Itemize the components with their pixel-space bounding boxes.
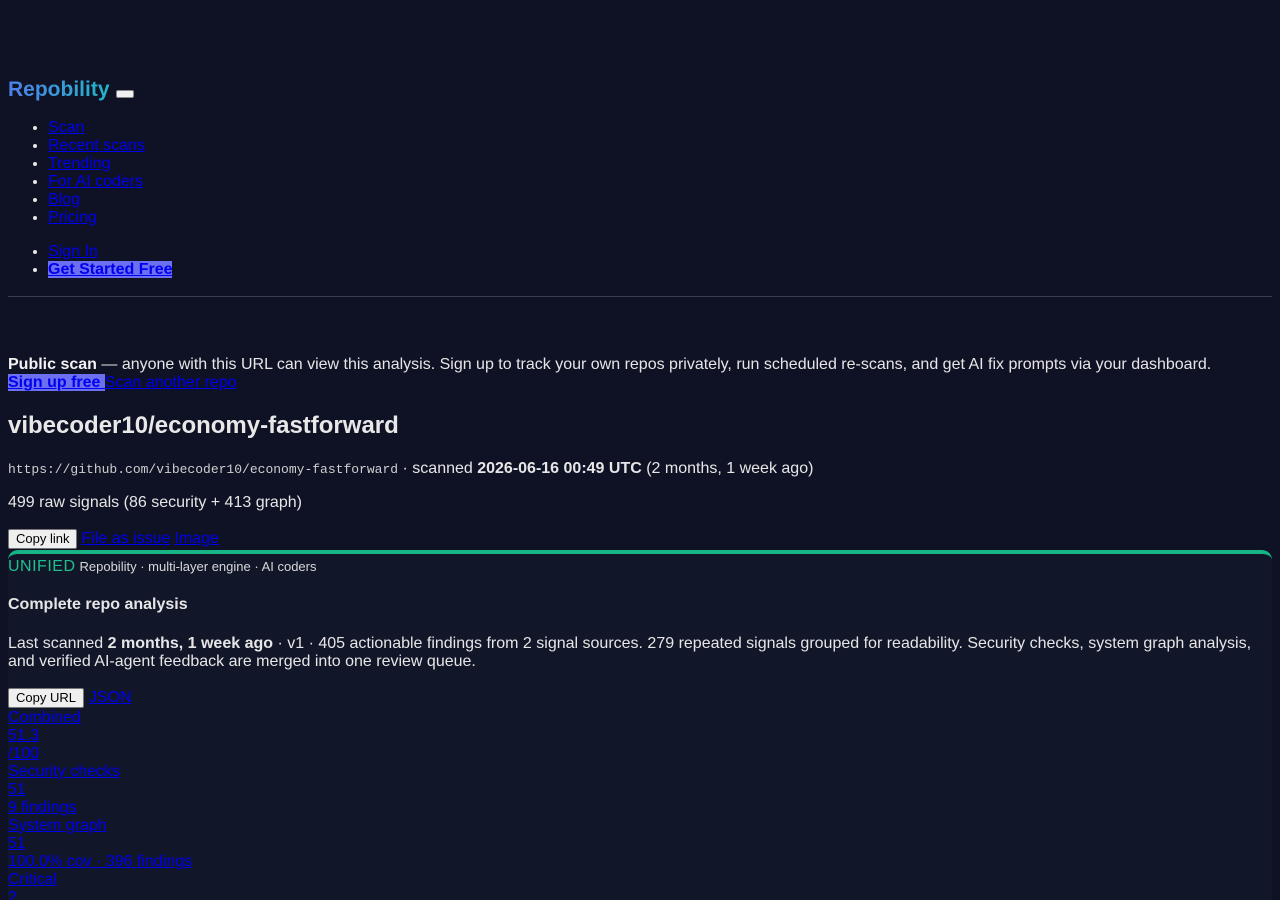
- card-description: Last scanned 2 months, 1 week ago · v1 ·…: [8, 635, 1263, 671]
- notice-label: Public scan: [8, 356, 97, 373]
- metric-critical-label[interactable]: Critical: [8, 871, 192, 889]
- menu-toggle-button[interactable]: [115, 90, 134, 98]
- share-actions: Copy link File as issue Image: [8, 529, 219, 549]
- repo-meta: https://github.com/vibecoder10/economy-f…: [8, 460, 813, 479]
- card-actions: Copy URL JSON: [8, 688, 132, 708]
- metric-combined-score[interactable]: 51.3: [8, 727, 192, 745]
- public-scan-notice: Public scan — anyone with this URL can v…: [8, 356, 1272, 392]
- card-title: Complete repo analysis: [8, 596, 188, 613]
- metric-combined-max[interactable]: /100: [8, 745, 192, 763]
- raw-signals: 499 raw signals (86 security + 413 graph…: [8, 494, 302, 511]
- metrics-list: Combined 51.3 /100 Security checks 51 9 …: [8, 709, 192, 900]
- scanned-prefix: · scanned: [398, 460, 478, 477]
- metric-security-findings[interactable]: 9 findings: [8, 799, 192, 817]
- auth-nav: Sign In Get Started Free: [8, 243, 173, 279]
- image-link[interactable]: Image: [174, 530, 218, 548]
- card-header: UNIFIED Repobility · multi-layer engine …: [8, 558, 317, 576]
- nav-trending[interactable]: Trending: [48, 155, 111, 172]
- desc-time: 2 months, 1 week ago: [107, 635, 274, 652]
- metric-graph-score[interactable]: 51: [8, 835, 192, 853]
- unified-badge: UNIFIED: [8, 558, 76, 575]
- nav-for-ai-coders[interactable]: For AI coders: [48, 173, 143, 190]
- desc-prefix: Last scanned: [8, 635, 108, 652]
- nav-recent-scans[interactable]: Recent scans: [48, 137, 145, 154]
- nav-blog[interactable]: Blog: [48, 191, 80, 208]
- json-link[interactable]: JSON: [89, 689, 132, 707]
- scan-another-repo-link[interactable]: Scan another repo: [105, 374, 237, 391]
- sign-in-link[interactable]: Sign In: [48, 243, 98, 260]
- metric-graph-label[interactable]: System graph: [8, 817, 192, 835]
- metric-security-label[interactable]: Security checks: [8, 763, 192, 781]
- nav-pricing[interactable]: Pricing: [48, 209, 97, 226]
- scanned-ago: (2 months, 1 week ago): [641, 460, 814, 477]
- notice-text: — anyone with this URL can view this ana…: [96, 356, 1212, 373]
- scanned-at: 2026-06-16 00:49 UTC: [477, 460, 642, 477]
- copy-link-button[interactable]: Copy link: [8, 529, 78, 549]
- header-divider: [8, 296, 1272, 297]
- card-subtitle: Repobility · multi-layer engine · AI cod…: [79, 559, 317, 574]
- file-as-issue-link[interactable]: File as issue: [81, 530, 170, 548]
- metric-security-score[interactable]: 51: [8, 781, 192, 799]
- metric-combined-label[interactable]: Combined: [8, 709, 192, 727]
- get-started-button[interactable]: Get Started Free: [48, 261, 173, 278]
- repo-title: vibecoder10/economy-fastforward: [8, 412, 399, 439]
- sign-up-free-button[interactable]: Sign up free: [8, 374, 105, 391]
- brand-row: Repobility: [8, 78, 134, 102]
- unified-analysis-card: UNIFIED Repobility · multi-layer engine …: [8, 550, 1272, 900]
- brand-logo[interactable]: Repobility: [8, 78, 110, 102]
- main-nav: Scan Recent scans Trending For AI coders…: [8, 119, 145, 227]
- repo-url: https://github.com/vibecoder10/economy-f…: [8, 462, 399, 477]
- copy-url-button[interactable]: Copy URL: [8, 688, 84, 708]
- metric-graph-findings[interactable]: 100.0% cov · 396 findings: [8, 853, 192, 871]
- metric-critical-count[interactable]: 2: [8, 889, 192, 900]
- nav-scan[interactable]: Scan: [48, 119, 84, 136]
